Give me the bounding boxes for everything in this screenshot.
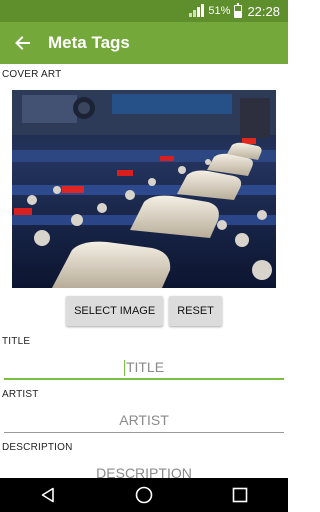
artist-label: ARTIST [2, 389, 39, 400]
mixing-console-picture [12, 90, 276, 288]
nav-recents-button[interactable] [220, 478, 260, 512]
signal-icon [189, 4, 205, 17]
text-cursor [123, 360, 125, 377]
description-label: DESCRIPTION [2, 442, 73, 453]
status-bar: 51% 22:28 [0, 0, 288, 22]
navigation-bar [0, 478, 288, 512]
select-image-button[interactable]: SELECT IMAGE [66, 296, 164, 326]
app-bar: Meta Tags [0, 22, 288, 64]
recents-square-icon [232, 487, 248, 503]
back-button[interactable] [0, 22, 44, 64]
cover-art-actions: SELECT IMAGE RESET [0, 296, 288, 326]
home-circle-icon [135, 486, 153, 504]
title-placeholder: TITLE [125, 359, 165, 375]
description-placeholder: DESCRIPTION [96, 465, 192, 478]
battery-percent: 51% [208, 5, 231, 17]
back-triangle-icon [41, 487, 54, 503]
nav-back-button[interactable] [28, 478, 68, 512]
cover-art-image[interactable] [12, 90, 276, 288]
meta-tags-form[interactable]: COVER ART SELECT IMAGE RESET TITLE TITLE… [0, 64, 288, 478]
battery-icon [234, 2, 243, 18]
nav-home-button[interactable] [124, 478, 164, 512]
app-title: Meta Tags [48, 33, 130, 52]
artist-placeholder: ARTIST [119, 412, 169, 428]
cover-art-label: COVER ART [2, 69, 62, 80]
description-field[interactable]: DESCRIPTION [4, 460, 284, 478]
status-time: 22:28 [247, 3, 280, 19]
title-label: TITLE [2, 336, 31, 347]
reset-button[interactable]: RESET [169, 296, 222, 326]
artist-field[interactable]: ARTIST [4, 407, 284, 433]
title-field[interactable]: TITLE [4, 354, 284, 380]
arrow-back-icon [15, 36, 30, 50]
